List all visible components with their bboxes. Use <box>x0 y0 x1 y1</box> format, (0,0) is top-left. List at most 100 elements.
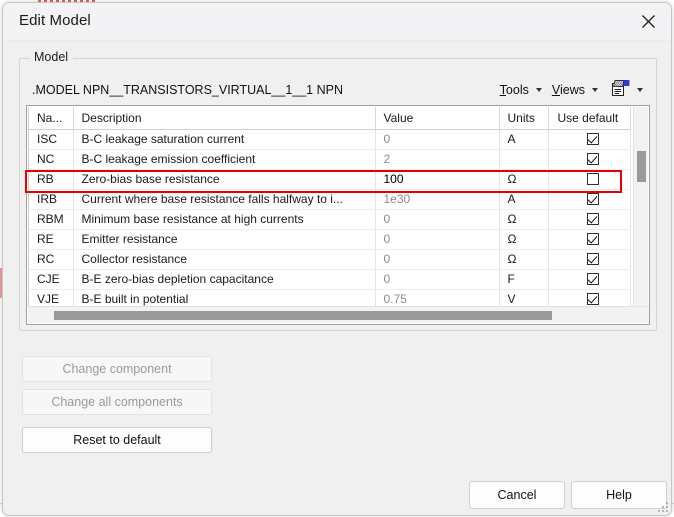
use-default-checkbox[interactable] <box>587 133 599 145</box>
cell-value[interactable]: 0 <box>375 209 500 230</box>
cell-value[interactable]: 0 <box>375 229 500 250</box>
table-row[interactable]: CJE B-E zero-bias depletion capacitance 0 F <box>29 269 631 290</box>
views-menu-button[interactable]: Views <box>548 81 604 99</box>
use-default-checkbox[interactable] <box>587 233 599 245</box>
dialog-title: Edit Model <box>19 12 91 29</box>
table-vertical-scrollbar[interactable] <box>633 107 648 307</box>
cell-use-default[interactable] <box>548 289 631 307</box>
cell-units[interactable] <box>499 149 549 170</box>
cell-units[interactable]: F <box>499 269 549 290</box>
parameters-table-viewport: Na... Description Value Units Use defaul… <box>28 107 648 307</box>
column-header-value[interactable]: Value <box>375 107 500 130</box>
cell-value[interactable]: 0.75 <box>375 289 500 307</box>
cell-description[interactable]: Current where base resistance falls half… <box>73 189 376 210</box>
model-definition-text: .MODEL NPN__TRANSISTORS_VIRTUAL__1__1 NP… <box>32 83 343 97</box>
cell-value[interactable]: 0 <box>375 269 500 290</box>
use-default-checkbox[interactable] <box>587 153 599 165</box>
dialog-titlebar[interactable]: Edit Model <box>3 3 671 41</box>
cell-description[interactable]: B-C leakage emission coefficient <box>73 149 376 170</box>
cell-use-default[interactable] <box>548 129 631 150</box>
cell-name[interactable]: VJE <box>29 289 74 307</box>
cell-units[interactable]: A <box>499 129 549 150</box>
cell-use-default[interactable] <box>548 169 631 190</box>
cell-description[interactable]: Emitter resistance <box>73 229 376 250</box>
table-header-row: Na... Description Value Units Use defaul… <box>29 107 631 130</box>
cell-units[interactable]: Ω <box>499 229 549 250</box>
cell-value[interactable]: 1e30 <box>375 189 500 210</box>
use-default-checkbox[interactable] <box>587 173 599 185</box>
table-row[interactable]: RE Emitter resistance 0 Ω <box>29 229 631 250</box>
cell-name[interactable]: RE <box>29 229 74 250</box>
cell-description[interactable]: Collector resistance <box>73 249 376 270</box>
cell-units[interactable]: Ω <box>499 249 549 270</box>
table-row[interactable]: VJE B-E built in potential 0.75 V <box>29 289 631 307</box>
table-row[interactable]: RC Collector resistance 0 Ω <box>29 249 631 270</box>
clipboard-icon <box>612 80 630 99</box>
cell-units[interactable]: Ω <box>499 209 549 230</box>
cell-value[interactable]: 2 <box>375 149 500 170</box>
cell-value[interactable]: 100 <box>375 169 500 190</box>
close-icon[interactable] <box>625 3 671 40</box>
use-default-checkbox[interactable] <box>587 193 599 205</box>
model-groupbox-legend: Model <box>30 50 74 64</box>
table-row[interactable]: IRB Current where base resistance falls h… <box>29 189 631 210</box>
cell-description[interactable]: Minimum base resistance at high currents <box>73 209 376 230</box>
column-header-description[interactable]: Description <box>73 107 376 130</box>
cell-value[interactable]: 0 <box>375 249 500 270</box>
change-all-components-button[interactable]: Change all components <box>22 389 212 415</box>
cell-name[interactable]: ISC <box>29 129 74 150</box>
tools-menu-button[interactable]: Tools <box>496 81 548 99</box>
cell-name[interactable]: CJE <box>29 269 74 290</box>
cell-use-default[interactable] <box>548 269 631 290</box>
use-default-checkbox[interactable] <box>587 293 599 305</box>
cell-description[interactable]: Zero-bias base resistance <box>73 169 376 190</box>
cell-description[interactable]: B-E zero-bias depletion capacitance <box>73 269 376 290</box>
model-groupbox: Model .MODEL NPN__TRANSISTORS_VIRTUAL__1… <box>19 50 657 331</box>
table-row[interactable]: RB Zero-bias base resistance 100 Ω <box>29 169 631 190</box>
cancel-button[interactable]: Cancel <box>469 481 565 509</box>
column-header-use-default[interactable]: Use default <box>548 107 631 130</box>
table-row[interactable]: NC B-C leakage emission coefficient 2 <box>29 149 631 170</box>
cell-use-default[interactable] <box>548 149 631 170</box>
cell-use-default[interactable] <box>548 249 631 270</box>
cell-units[interactable]: Ω <box>499 169 549 190</box>
table-horizontal-scrollbar[interactable] <box>28 306 649 323</box>
help-button[interactable]: Help <box>571 481 667 509</box>
cell-description[interactable]: B-C leakage saturation current <box>73 129 376 150</box>
use-default-checkbox[interactable] <box>587 273 599 285</box>
resize-grip[interactable] <box>656 500 668 512</box>
change-component-button[interactable]: Change component <box>22 356 212 382</box>
cell-units[interactable]: V <box>499 289 549 307</box>
views-menu-label: Views <box>551 82 585 97</box>
edit-model-dialog: Edit Model Model .MODEL NPN__TRANSISTORS… <box>2 2 672 516</box>
parameters-table-frame: Na... Description Value Units Use defaul… <box>26 105 650 325</box>
cell-name[interactable]: RC <box>29 249 74 270</box>
clipboard-icon-button[interactable] <box>610 79 648 100</box>
cell-name[interactable]: IRB <box>29 189 74 210</box>
table-horizontal-scroll-thumb[interactable] <box>54 311 552 320</box>
use-default-checkbox[interactable] <box>587 213 599 225</box>
cell-use-default[interactable] <box>548 229 631 250</box>
chevron-down-icon <box>535 87 542 92</box>
cell-name[interactable]: NC <box>29 149 74 170</box>
cell-name[interactable]: RB <box>29 169 74 190</box>
cell-name[interactable]: RBM <box>29 209 74 230</box>
table-row[interactable]: RBM Minimum base resistance at high curre… <box>29 209 631 230</box>
parameters-table: Na... Description Value Units Use defaul… <box>29 107 631 307</box>
column-header-name[interactable]: Na... <box>29 107 74 130</box>
chevron-down-icon <box>592 87 598 92</box>
reset-to-default-button[interactable]: Reset to default <box>22 427 212 453</box>
table-vertical-scroll-thumb[interactable] <box>637 151 646 182</box>
use-default-checkbox[interactable] <box>587 253 599 265</box>
cell-use-default[interactable] <box>548 189 631 210</box>
cell-use-default[interactable] <box>548 209 631 230</box>
chevron-down-icon <box>637 87 643 92</box>
model-toolbar: Tools Views <box>496 79 648 100</box>
cell-units[interactable]: A <box>499 189 549 210</box>
cell-value[interactable]: 0 <box>375 129 500 150</box>
table-row[interactable]: ISC B-C leakage saturation current 0 A <box>29 129 631 150</box>
parameters-table-body: ISC B-C leakage saturation current 0 A NC B-C… <box>29 129 631 307</box>
tools-menu-label: Tools <box>499 82 529 97</box>
cell-description[interactable]: B-E built in potential <box>73 289 376 307</box>
column-header-units[interactable]: Units <box>499 107 549 130</box>
